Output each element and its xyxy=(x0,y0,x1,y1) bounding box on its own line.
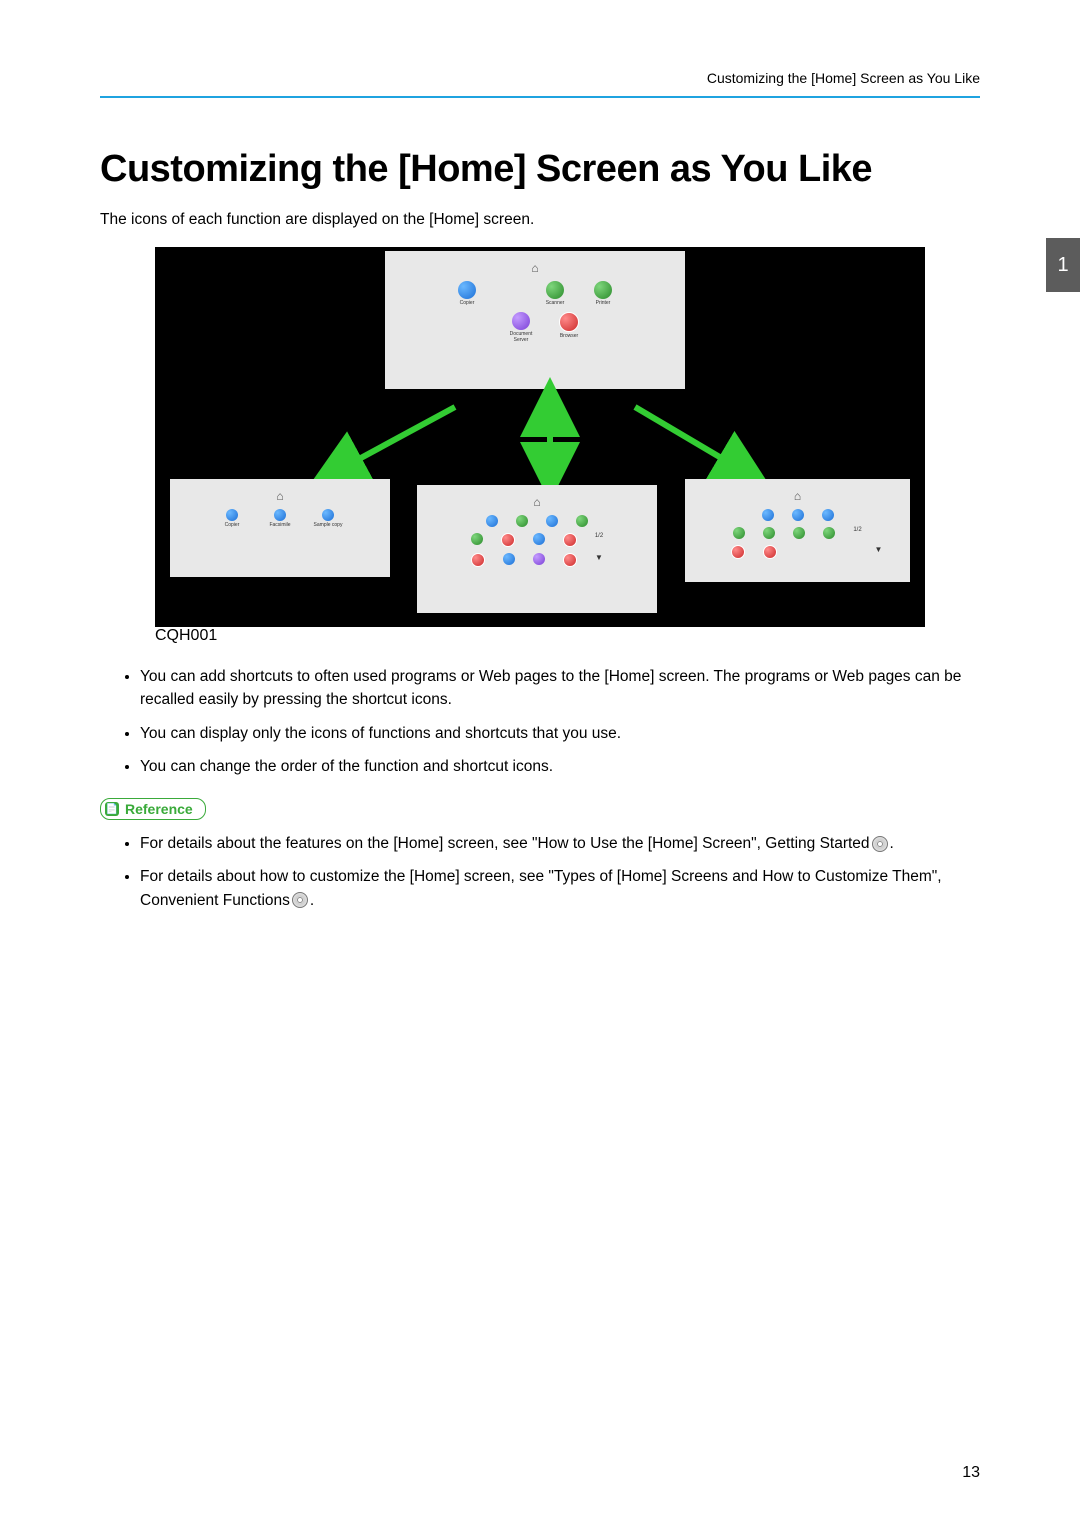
bullet-item: You can add shortcuts to often used prog… xyxy=(140,665,980,712)
app-icon xyxy=(533,553,545,565)
bullet-item: You can change the order of the function… xyxy=(140,755,980,778)
app-icon xyxy=(733,527,745,539)
scanner-label: Scanner xyxy=(540,300,570,306)
app-icon xyxy=(226,509,238,521)
intro-text: The icons of each function are displayed… xyxy=(100,211,980,229)
home-icon: ⌂ xyxy=(533,495,540,509)
browser-label: Browser xyxy=(554,333,584,339)
reference-icon: 📄 xyxy=(105,802,119,816)
app-icon xyxy=(322,509,334,521)
printer-label: Printer xyxy=(588,300,618,306)
printer-icon xyxy=(594,281,612,299)
chapter-tab: 1 xyxy=(1046,238,1080,292)
expanded-screen: ⌂ 1/2 xyxy=(417,485,657,625)
docserver-icon xyxy=(512,312,530,330)
home-screen-figure: ⌂ Copier Scanner Printer Document Server… xyxy=(155,247,925,645)
app-icon xyxy=(793,527,805,539)
app-icon xyxy=(546,515,558,527)
reference-label: Reference xyxy=(125,801,193,817)
docserver-label: Document Server xyxy=(506,331,536,343)
browser-icon xyxy=(559,312,579,332)
app-icon xyxy=(762,509,774,521)
app-icon xyxy=(471,533,483,545)
app-icon xyxy=(471,553,485,567)
app-icon xyxy=(763,545,777,559)
app-icon xyxy=(501,533,515,547)
copier-icon xyxy=(458,281,476,299)
home-icon: ⌂ xyxy=(794,489,801,503)
reference-list: For details about the features on the [H… xyxy=(100,832,980,912)
reference-item: For details about the features on the [H… xyxy=(140,832,980,855)
app-icon xyxy=(274,509,286,521)
reference-pill: 📄 Reference xyxy=(100,798,206,820)
reduced-screen: ⌂ Copier Facsimile Sample copy xyxy=(170,479,390,589)
app-icon xyxy=(763,527,775,539)
app-icon xyxy=(563,533,577,547)
app-icon xyxy=(823,527,835,539)
app-icon xyxy=(563,553,577,567)
figure-code: CQH001 xyxy=(155,627,925,645)
original-home-screen: ⌂ Copier Scanner Printer Document Server… xyxy=(385,251,685,401)
running-head: Customizing the [Home] Screen as You Lik… xyxy=(100,70,980,98)
bullet-item: You can display only the icons of functi… xyxy=(140,722,980,745)
reordered-screen: ⌂ 1/2 ▼ xyxy=(685,479,910,594)
page-title: Customizing the [Home] Screen as You Lik… xyxy=(100,148,980,191)
app-icon xyxy=(822,509,834,521)
cd-icon xyxy=(292,892,308,908)
scanner-icon xyxy=(546,281,564,299)
app-icon xyxy=(516,515,528,527)
reference-item: For details about how to customize the [… xyxy=(140,865,980,912)
app-icon xyxy=(731,545,745,559)
copier-label: Copier xyxy=(452,300,482,306)
feature-bullets: You can add shortcuts to often used prog… xyxy=(100,665,980,778)
app-icon xyxy=(533,533,545,545)
page-number: 13 xyxy=(962,1464,980,1482)
app-icon xyxy=(792,509,804,521)
app-icon xyxy=(486,515,498,527)
home-icon: ⌂ xyxy=(276,489,283,503)
cd-icon xyxy=(872,836,888,852)
home-icon: ⌂ xyxy=(531,261,538,275)
app-icon xyxy=(576,515,588,527)
app-icon xyxy=(503,553,515,565)
